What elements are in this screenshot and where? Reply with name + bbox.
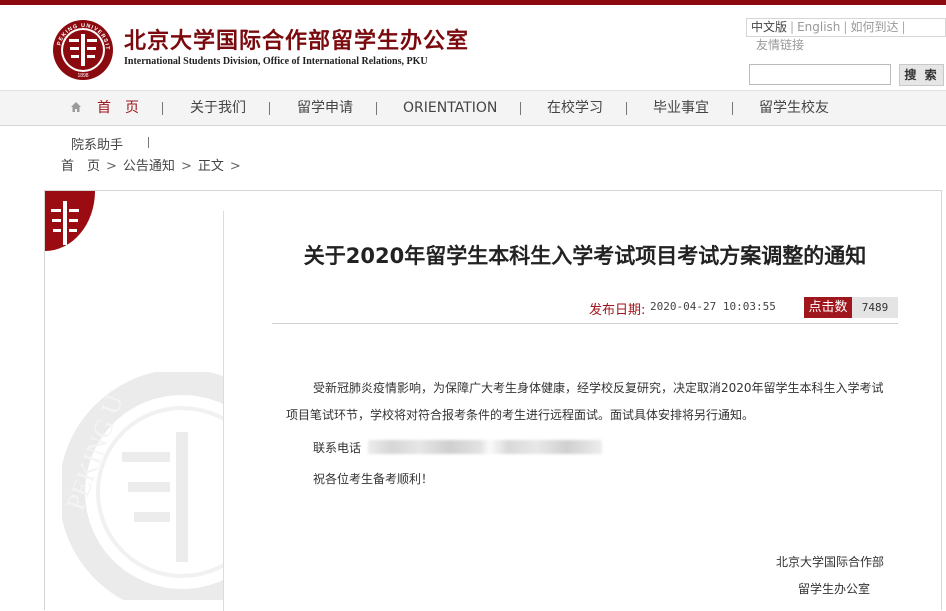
university-watermark-icon: PEKING U (62, 372, 224, 600)
svg-text:1898: 1898 (77, 73, 88, 79)
publish-date: 2020-04-27 10:03:55 (650, 300, 776, 313)
article-title: 关于2020年留学生本科生入学考试项目考试方案调整的通知 (303, 244, 867, 268)
nav-divider (376, 102, 377, 115)
breadcrumb-current: 正文 (197, 159, 224, 174)
body-paragraph-line: 项目笔试环节，学校将对符合报考条件的考生进行远程面试。面试具体安排将另行通知。 (286, 408, 755, 422)
main-nav: 首 页 关于我们 留学申请 ORIENTATION 在校学习 毕业事宜 留学生校… (0, 90, 946, 126)
language-links: 中文版 | English | 如何到达 | (746, 18, 946, 37)
nav-divider (520, 102, 521, 115)
site-title-en: International Students Division, Office … (124, 56, 428, 67)
search-input[interactable] (749, 64, 891, 85)
publish-date-label: 发布日期: (589, 303, 646, 318)
search-button[interactable]: 搜 索 (899, 64, 944, 86)
nav-divider (732, 102, 733, 115)
redacted-phone (368, 440, 602, 454)
signature-org: 北京大学国际合作部 (776, 555, 885, 569)
nav-study[interactable]: 在校学习 (547, 91, 603, 125)
phone-label: 联系电话 (313, 441, 362, 455)
click-count: 7489 (852, 297, 898, 318)
chevron-right-icon: > (229, 159, 241, 174)
friend-links-link[interactable]: 友情链接 (756, 36, 804, 53)
nav-graduation[interactable]: 毕业事宜 (653, 91, 709, 125)
pku-emblem-icon (45, 191, 95, 251)
nav-department-helper[interactable]: 院系助手 (71, 134, 123, 153)
nav-home[interactable]: 首 页 (97, 91, 139, 125)
nav-about[interactable]: 关于我们 (190, 91, 246, 125)
home-icon (71, 102, 81, 112)
lang-english-link[interactable]: English (797, 19, 840, 36)
closing-line: 祝各位考生备考顺利！ (313, 472, 434, 486)
lang-chinese-link[interactable]: 中文版 (747, 19, 787, 36)
nav-orientation[interactable]: ORIENTATION (403, 91, 497, 125)
nav-divider (148, 137, 149, 148)
click-count-label: 点击数 (804, 297, 852, 318)
breadcrumb: 首 页 > 公告通知 > 正文 > (61, 155, 247, 174)
body-paragraph-line: 受新冠肺炎疫情影响，为保障广大考生身体健康，经学校反复研究，决定取消2020年留… (313, 381, 884, 395)
peking-university-seal-icon[interactable]: PEKING UNIVERSITY 1898 (52, 19, 114, 81)
breadcrumb-home[interactable]: 首 页 (61, 159, 100, 174)
nav-divider (626, 102, 627, 115)
chevron-right-icon: > (106, 159, 117, 174)
nav-alumni[interactable]: 留学生校友 (759, 91, 829, 125)
site-title-cn[interactable]: 北京大学国际合作部留学生办公室 (124, 23, 469, 55)
signature-office: 留学生办公室 (798, 582, 871, 596)
site-header: PEKING UNIVERSITY 1898 北京大学国际合作部留学生办公室 I… (0, 5, 946, 90)
column-divider (223, 211, 224, 611)
how-to-get-link[interactable]: 如何到达 (850, 19, 898, 36)
nav-divider (162, 102, 163, 115)
nav-divider (269, 102, 270, 115)
nav-apply[interactable]: 留学申请 (297, 91, 353, 125)
chevron-right-icon: > (180, 159, 192, 174)
title-divider (272, 323, 898, 324)
breadcrumb-notices[interactable]: 公告通知 (123, 159, 175, 174)
